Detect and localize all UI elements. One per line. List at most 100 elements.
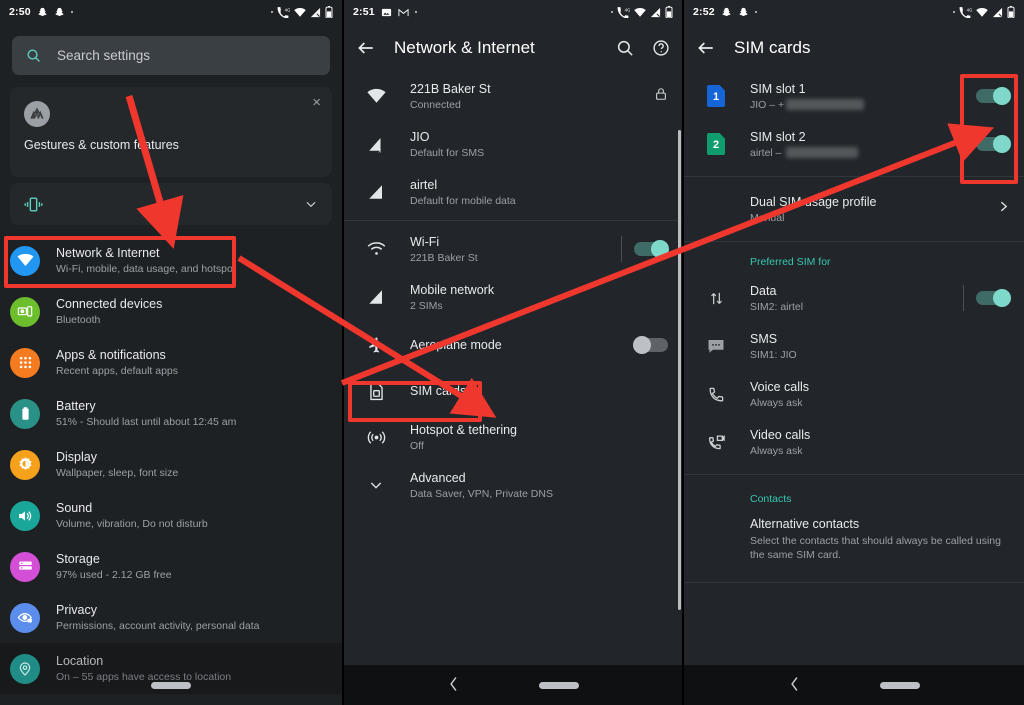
- sidebar-item-title: Privacy: [56, 602, 97, 617]
- battery-icon: [1007, 6, 1015, 18]
- sidebar-item-title: Sound: [56, 500, 93, 515]
- list-item-jio[interactable]: x JIO Default for SMS: [344, 120, 682, 168]
- list-item-voice-calls[interactable]: Voice calls Always ask: [684, 370, 1024, 418]
- sim-slot-1-toggle[interactable]: [976, 87, 1011, 105]
- list-item-video-calls[interactable]: Video calls Always ask: [684, 418, 1024, 466]
- list-item-title: Dual SIM usage profile: [750, 194, 877, 209]
- redacted-number: [786, 147, 859, 159]
- sidebar-item-storage[interactable]: Storage 97% used - 2.12 GB free: [0, 541, 342, 592]
- sim-slot-1-badge: 1: [702, 85, 730, 107]
- close-icon[interactable]: ×: [312, 95, 321, 110]
- sidebar-item-battery[interactable]: Battery 51% - Should last until about 12…: [0, 388, 342, 439]
- list-item-title: Advanced: [410, 470, 466, 485]
- wifi-icon: [362, 241, 390, 257]
- sim-card-icon: [362, 382, 390, 401]
- list-item-subtitle: JIO – +: [750, 98, 976, 112]
- list-item-title: Wi-Fi: [410, 234, 440, 249]
- back-chevron-icon[interactable]: [789, 676, 800, 695]
- list-item-title: Hotspot & tethering: [410, 422, 518, 437]
- sidebar-item-subtitle: 97% used - 2.12 GB free: [56, 568, 172, 581]
- list-item-sim-slot-1[interactable]: 1 SIM slot 1 JIO – +: [684, 72, 1024, 120]
- sidebar-item-display[interactable]: Display Wallpaper, sleep, font size: [0, 439, 342, 490]
- battery-icon: [665, 6, 673, 18]
- list-item-wifi-toggle[interactable]: Wi-Fi 221B Baker St: [344, 225, 682, 273]
- back-arrow-icon[interactable]: [356, 38, 376, 58]
- list-item-subtitle: Always ask: [750, 396, 803, 409]
- sim-slot-number: 1: [712, 90, 720, 103]
- sidebar-item-subtitle: 51% - Should last until about 12:45 am: [56, 415, 237, 428]
- list-item-sms[interactable]: SMS SIM1: JIO: [684, 322, 1024, 370]
- sim-slot-2-badge: 2: [702, 133, 730, 155]
- list-item-dual-sim-usage-profile[interactable]: Dual SIM usage profile Manual: [684, 185, 1024, 233]
- sidebar-item-title: Battery: [56, 398, 96, 413]
- svg-text:4G: 4G: [625, 7, 630, 12]
- sidebar-item-privacy[interactable]: Privacy Permissions, account activity, p…: [0, 592, 342, 643]
- back-arrow-icon[interactable]: [696, 38, 716, 58]
- list-item-title: Data: [750, 283, 777, 298]
- back-chevron-icon[interactable]: [448, 676, 459, 695]
- section-header-preferred-sim: Preferred SIM for: [750, 256, 831, 268]
- dot-icon: [754, 10, 758, 14]
- dot-icon: [414, 10, 418, 14]
- help-icon[interactable]: [652, 39, 670, 57]
- divider: [684, 582, 1024, 583]
- wifi-icon: [10, 245, 40, 276]
- scrollbar[interactable]: [678, 130, 681, 610]
- vibration-card[interactable]: [10, 183, 332, 225]
- sim-slot-number: 2: [712, 138, 720, 151]
- snapchat-icon: [37, 7, 48, 18]
- section-header-contacts: Contacts: [750, 493, 792, 505]
- devices-icon: [10, 296, 40, 327]
- home-pill[interactable]: [151, 681, 191, 689]
- list-item-mobile-network[interactable]: Mobile network 2 SIMs: [344, 273, 682, 321]
- list-item-subtitle: SIM1: JIO: [750, 348, 797, 361]
- list-item-hotspot-tethering[interactable]: Hotspot & tethering Off: [344, 413, 682, 461]
- chevron-right-icon[interactable]: [997, 200, 1010, 218]
- list-item-subtitle: Always ask: [750, 444, 803, 457]
- aeroplane-toggle[interactable]: [633, 336, 668, 354]
- list-item-wifi-network[interactable]: 221B Baker St Connected: [344, 72, 682, 120]
- search-icon[interactable]: [616, 39, 634, 57]
- panel-sim-cards: 2:52 4G SIM cards 1 SIM slot 1 JIO – + 2…: [684, 0, 1024, 705]
- list-item-title: Voice calls: [750, 379, 810, 394]
- signal-icon: [362, 183, 390, 201]
- wifi-toggle[interactable]: [634, 240, 669, 258]
- wifi-icon: [294, 7, 306, 18]
- screenshot-stage: 2:50 4G Search settings Gestures & custo…: [0, 0, 1024, 705]
- panel-network-internet: 2:51 4G Network & Internet 221B Baker St…: [342, 0, 684, 705]
- data-toggle[interactable]: [976, 289, 1011, 307]
- home-pill[interactable]: [538, 681, 579, 689]
- signal-icon: [310, 7, 321, 18]
- list-item-title: Mobile network: [410, 282, 495, 297]
- wifi-icon: [976, 7, 988, 18]
- sidebar-item-apps-notifications[interactable]: Apps & notifications Recent apps, defaul…: [0, 337, 342, 388]
- search-input[interactable]: Search settings: [12, 36, 330, 75]
- vibration-icon: [24, 195, 43, 214]
- sidebar-item-subtitle: Wallpaper, sleep, font size: [56, 466, 179, 479]
- sidebar-item-network-internet[interactable]: Network & Internet Wi-Fi, mobile, data u…: [0, 235, 342, 286]
- list-item-aeroplane-mode[interactable]: Aeroplane mode: [344, 321, 682, 369]
- list-item-subtitle: 2 SIMs: [410, 299, 443, 312]
- list-item-sim-slot-2[interactable]: 2 SIM slot 2 airtel –: [684, 120, 1024, 168]
- list-item-data[interactable]: Data SIM2: airtel: [684, 274, 1024, 322]
- list-item-airtel[interactable]: airtel Default for mobile data: [344, 168, 682, 216]
- home-pill[interactable]: [879, 681, 920, 689]
- signal-icon: [650, 7, 661, 18]
- sidebar-item-subtitle: Bluetooth: [56, 313, 101, 326]
- video-call-icon: [702, 434, 730, 451]
- sim-slot-2-toggle[interactable]: [976, 135, 1011, 153]
- svg-text:4G: 4G: [967, 7, 972, 12]
- status-bar-1: 2:50 4G: [0, 0, 342, 24]
- chevron-down-icon[interactable]: [304, 197, 318, 211]
- sidebar-item-sound[interactable]: Sound Volume, vibration, Do not disturb: [0, 490, 342, 541]
- signal-icon: [992, 7, 1003, 18]
- wifi-full-icon: [362, 88, 390, 104]
- list-item-alternative-contacts[interactable]: Alternative contacts Select the contacts…: [684, 511, 1024, 576]
- list-item-advanced[interactable]: Advanced Data Saver, VPN, Private DNS: [344, 461, 682, 509]
- list-item-sim-cards[interactable]: SIM cards: [344, 369, 682, 413]
- promo-card[interactable]: Gestures & custom features ×: [10, 87, 332, 177]
- sidebar-item-connected-devices[interactable]: Connected devices Bluetooth: [0, 286, 342, 337]
- sidebar-item-subtitle: Recent apps, default apps: [56, 364, 179, 377]
- divider: [344, 220, 682, 221]
- app-bar-3: SIM cards: [684, 24, 1024, 72]
